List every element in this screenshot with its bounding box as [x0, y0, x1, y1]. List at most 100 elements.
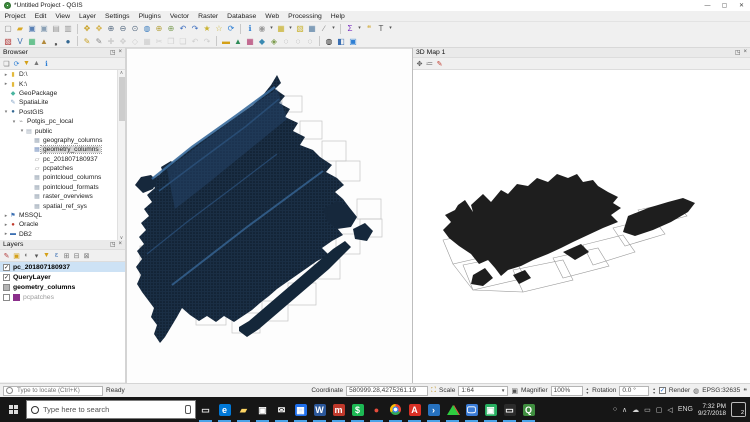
- magnifier-spinner[interactable]: ▲▼: [586, 387, 589, 395]
- browser-item-geopackage[interactable]: ◆GeoPackage: [0, 89, 125, 98]
- file-explorer-icon[interactable]: ▰: [234, 397, 253, 422]
- browser-item-spatialite[interactable]: ✎SpatiaLite: [0, 98, 125, 107]
- collapse-all-layers-icon[interactable]: ⊟: [72, 251, 81, 260]
- zoom-last-icon[interactable]: ↶: [178, 23, 189, 34]
- select-dropdown-icon[interactable]: ▾: [288, 23, 294, 34]
- browser-item-pc_201807180937[interactable]: ▱pc_201807180937: [0, 155, 125, 164]
- mail-icon[interactable]: ✉: [272, 397, 291, 422]
- pan-to-selection-icon[interactable]: ✥: [94, 23, 105, 34]
- measure-line-3d-icon[interactable]: ✎: [435, 59, 444, 68]
- raster-calc-icon[interactable]: ◆: [257, 36, 268, 47]
- annotation-dropdown-icon[interactable]: ▾: [388, 23, 394, 34]
- lock-scale-icon[interactable]: ▣: [511, 387, 518, 395]
- map-3d-options-icon[interactable]: ≔: [425, 59, 434, 68]
- scroll-up-icon[interactable]: ∧: [120, 70, 124, 76]
- measure-icon[interactable]: ∕: [319, 23, 330, 34]
- cut-features-icon[interactable]: ✂: [154, 36, 165, 47]
- browser-item-mssql[interactable]: ▸⚑MSSQL: [0, 211, 125, 220]
- add-postgis-layer-icon[interactable]: ●: [63, 36, 74, 47]
- people-icon[interactable]: ○: [613, 406, 617, 414]
- render-checkbox[interactable]: ✓: [659, 387, 666, 394]
- magnifier-field[interactable]: 100%: [551, 386, 583, 396]
- save-layer-edits-icon[interactable]: ✎: [94, 36, 105, 47]
- toggle-editing-icon[interactable]: ✎: [82, 36, 93, 47]
- layer-checkbox[interactable]: [3, 284, 10, 291]
- layer-checkbox[interactable]: [3, 294, 10, 301]
- maximize-button[interactable]: ▢: [716, 0, 733, 11]
- browser-item-geometry_columns[interactable]: ▦geometry_columns: [0, 145, 125, 154]
- undo-icon[interactable]: ↶: [190, 36, 201, 47]
- zoom-native-icon[interactable]: ⊙: [130, 23, 141, 34]
- start-button[interactable]: [0, 397, 26, 422]
- georeferencer-icon[interactable]: ◈: [269, 36, 280, 47]
- browser-item-pointcloud_columns[interactable]: ▦pointcloud_columns: [0, 173, 125, 182]
- themes-dropdown-icon[interactable]: ▾: [32, 251, 41, 260]
- vertex-tool-icon[interactable]: ◇: [130, 36, 141, 47]
- add-mesh-layer-icon[interactable]: ▲: [39, 36, 50, 47]
- refresh-browser-icon[interactable]: ⟳: [12, 59, 21, 68]
- scale-dropdown-icon[interactable]: ▼: [501, 388, 505, 393]
- locate-search[interactable]: [3, 386, 103, 396]
- rotation-field[interactable]: 0.0 °: [619, 386, 649, 396]
- browser-item-d[interactable]: ▸▮D:\: [0, 70, 125, 79]
- chrome-icon[interactable]: [386, 397, 405, 422]
- scroll-thumb[interactable]: [119, 77, 125, 121]
- camera-control-icon[interactable]: ✥: [415, 59, 424, 68]
- action-center-icon[interactable]: 2: [731, 402, 746, 417]
- action-dropdown-icon[interactable]: ▾: [269, 23, 275, 34]
- browser-item-k[interactable]: ▸▮K:\: [0, 79, 125, 88]
- map-3d-close-icon[interactable]: ×: [743, 49, 747, 56]
- acrobat-icon[interactable]: A: [405, 397, 424, 422]
- map-canvas[interactable]: [127, 48, 412, 383]
- edge-icon[interactable]: e: [215, 397, 234, 422]
- scale-combo[interactable]: 1:64 ▼: [458, 386, 508, 396]
- epsg-code[interactable]: EPSG:32635: [702, 387, 740, 394]
- measure-dropdown-icon[interactable]: ▾: [331, 23, 337, 34]
- dollar-app-icon[interactable]: $: [348, 397, 367, 422]
- osm-tool-icon[interactable]: ◧: [336, 36, 347, 47]
- taskbar-clock[interactable]: 7:32 PM 9/27/2018: [698, 403, 726, 417]
- hidden-icons-chevron[interactable]: ∧: [622, 406, 627, 414]
- layer-row-pcpatches[interactable]: pcpatches: [0, 292, 125, 302]
- delete-selected-icon[interactable]: ▦: [142, 36, 153, 47]
- map-3d-float-icon[interactable]: ◳: [735, 49, 741, 56]
- remote-desktop-icon[interactable]: 🖵: [462, 397, 481, 422]
- help-contents-icon[interactable]: ▣: [348, 36, 359, 47]
- browser-float-icon[interactable]: ◳: [110, 49, 116, 56]
- pdal-pipeline-icon[interactable]: ▦: [245, 36, 256, 47]
- refresh-icon[interactable]: ⟳: [226, 23, 237, 34]
- menu-edit[interactable]: Edit: [30, 11, 51, 22]
- map-3d-canvas[interactable]: [413, 69, 750, 383]
- filter-browser-icon[interactable]: ▼: [22, 59, 31, 68]
- layout-manager-icon[interactable]: ▥: [63, 23, 74, 34]
- zoom-next-icon[interactable]: ↷: [190, 23, 201, 34]
- cmd-window-icon[interactable]: ▭: [500, 397, 519, 422]
- zoom-to-selection-icon[interactable]: ⊕: [154, 23, 165, 34]
- layer-row-querylayer[interactable]: ✓QueryLayer: [0, 272, 125, 282]
- map-tips-icon[interactable]: ❝: [364, 23, 375, 34]
- add-raster-layer-icon[interactable]: ▦: [27, 36, 38, 47]
- open-attribute-table-icon[interactable]: ▦: [307, 23, 318, 34]
- processing-toolbox-icon[interactable]: ▲: [233, 36, 244, 47]
- plugin-tool-2-icon[interactable]: ◌: [293, 36, 304, 47]
- browser-item-public[interactable]: ▾▤public: [0, 126, 125, 135]
- onedrive-icon[interactable]: ☁: [632, 406, 639, 414]
- layer-styling-icon[interactable]: ✎: [2, 251, 11, 260]
- menu-settings[interactable]: Settings: [101, 11, 135, 22]
- identify-features-icon[interactable]: ℹ: [245, 23, 256, 34]
- browser-item-pcpatches[interactable]: ▱pcpatches: [0, 164, 125, 173]
- close-button[interactable]: ✕: [733, 0, 750, 11]
- browser-item-potgis_pc_local[interactable]: ▾⌁Potgis_pc_local: [0, 117, 125, 126]
- plugin-tool-1-icon[interactable]: ◌: [281, 36, 292, 47]
- pan-map-icon[interactable]: ✥: [82, 23, 93, 34]
- zoom-to-layer-icon[interactable]: ⊕: [166, 23, 177, 34]
- battery-icon[interactable]: ▭: [644, 406, 651, 414]
- open-project-icon[interactable]: ▰: [15, 23, 26, 34]
- layer-row-pc_201807180937[interactable]: ✓pc_201807180937: [0, 262, 125, 272]
- task-view-icon[interactable]: ▭: [196, 397, 215, 422]
- expand-all-icon[interactable]: ⊞: [62, 251, 71, 260]
- cloudcompare-icon[interactable]: [443, 397, 462, 422]
- new-bookmark-icon[interactable]: ★: [202, 23, 213, 34]
- filter-legend-icon[interactable]: ▼: [42, 251, 51, 260]
- menu-view[interactable]: View: [51, 11, 75, 22]
